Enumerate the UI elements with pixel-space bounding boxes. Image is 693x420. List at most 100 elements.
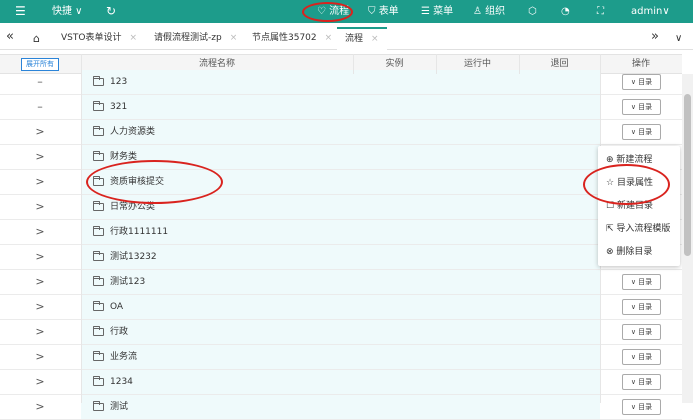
name-cell: [81, 370, 600, 394]
shortcut-label: 快捷: [52, 6, 72, 17]
table-row[interactable]: > 行政 ∨ 目录: [0, 320, 682, 345]
table-row[interactable]: > 测试123 ∨ 目录: [0, 270, 682, 295]
user-menu[interactable]: admin∨: [631, 0, 670, 23]
name-cell: [81, 70, 600, 94]
dir-label: 目录: [638, 378, 653, 386]
row-toggle[interactable]: >: [34, 245, 46, 269]
dir-label: 目录: [638, 278, 653, 286]
highlight-ellipse-row: [86, 160, 223, 204]
row-toggle[interactable]: >: [34, 145, 46, 169]
row-toggle[interactable]: >: [34, 295, 46, 319]
close-icon[interactable]: ×: [230, 33, 238, 43]
table-row[interactable]: >1234 ∨ 目录: [0, 370, 682, 395]
table-row[interactable]: > 测试13232: [0, 245, 682, 270]
nav-form[interactable]: ⛉ 表单: [368, 0, 399, 23]
dir-button[interactable]: ∨ 目录: [622, 399, 661, 415]
palette-icon[interactable]: ◔: [561, 0, 570, 23]
menu-delete-dir[interactable]: ⊗ 删除目录: [606, 245, 652, 259]
row-toggle[interactable]: >: [34, 320, 46, 344]
table-row[interactable]: > 行政1111111: [0, 220, 682, 245]
row-toggle[interactable]: >: [34, 220, 46, 244]
folder-icon: [93, 101, 104, 111]
home-icon[interactable]: ⌂: [33, 27, 40, 50]
tabs-dropdown-icon[interactable]: ∨: [675, 27, 682, 50]
row-name[interactable]: 测试13232: [110, 245, 157, 269]
row-toggle[interactable]: >: [34, 345, 46, 369]
tabs-scroll-left-icon[interactable]: «: [6, 25, 14, 48]
dir-button[interactable]: ∨ 目录: [622, 274, 661, 290]
cube-icon[interactable]: ⬡: [528, 0, 537, 23]
name-cell: [81, 120, 600, 144]
row-toggle[interactable]: >: [34, 120, 46, 144]
shortcut-menu[interactable]: 快捷 ∨: [52, 0, 83, 23]
nav-form-label: 表单: [378, 6, 399, 17]
row-toggle[interactable]: >: [34, 170, 46, 194]
tab-flow[interactable]: 流程 ×: [337, 27, 387, 50]
row-toggle[interactable]: >: [34, 270, 46, 294]
row-toggle[interactable]: –: [34, 95, 46, 119]
table-row[interactable]: > 测试 ∨ 目录: [0, 395, 682, 420]
close-icon[interactable]: ×: [371, 34, 379, 44]
table-row[interactable]: > 财务类: [0, 145, 682, 170]
folder-icon: [93, 351, 104, 361]
dir-button[interactable]: ∨ 目录: [622, 74, 661, 90]
close-icon[interactable]: ×: [325, 33, 333, 43]
close-icon[interactable]: ×: [129, 33, 137, 43]
row-name[interactable]: OA: [110, 295, 123, 319]
nav-org[interactable]: ♙ 组织: [473, 0, 505, 23]
row-name[interactable]: 业务流: [110, 345, 137, 369]
row-name[interactable]: 测试123: [110, 270, 145, 294]
col-divider: [353, 54, 354, 74]
dir-label: 目录: [638, 303, 653, 311]
table-row[interactable]: > 业务流 ∨ 目录: [0, 345, 682, 370]
row-name[interactable]: 321: [110, 95, 127, 119]
folder-icon: [93, 201, 104, 211]
name-cell: [81, 320, 600, 344]
row-toggle[interactable]: >: [34, 195, 46, 219]
tab-leave[interactable]: 请假流程测试-zp ×: [154, 27, 237, 50]
tab-vsto[interactable]: VSTO表单设计 ×: [61, 27, 137, 50]
table-row[interactable]: > OA ∨ 目录: [0, 295, 682, 320]
table-row[interactable]: – 321 ∨ 目录: [0, 95, 682, 120]
tab-label: 请假流程测试-zp: [154, 33, 222, 43]
table-row[interactable]: > 人力资源类 ∨ 目录: [0, 120, 682, 145]
folder-icon: [93, 251, 104, 261]
row-name[interactable]: 1234: [110, 370, 133, 394]
col-divider: [519, 54, 520, 74]
dir-button[interactable]: ∨ 目录: [622, 299, 661, 315]
row-name[interactable]: 人力资源类: [110, 120, 155, 144]
dir-button[interactable]: ∨ 目录: [622, 324, 661, 340]
dir-button[interactable]: ∨ 目录: [622, 349, 661, 365]
row-name[interactable]: 测试: [110, 395, 128, 419]
row-toggle[interactable]: >: [34, 370, 46, 394]
tab-label: 节点属性35702: [252, 33, 317, 43]
table-row[interactable]: > 日常办公类: [0, 195, 682, 220]
highlight-ellipse-menu-item: [583, 164, 670, 205]
row-name[interactable]: 123: [110, 70, 127, 94]
scrollbar-thumb[interactable]: [684, 94, 691, 256]
row-toggle[interactable]: >: [34, 395, 46, 419]
row-toggle[interactable]: –: [34, 70, 46, 94]
fullscreen-icon[interactable]: ⛶: [597, 0, 604, 23]
name-cell: [81, 245, 600, 269]
folder-icon: [93, 276, 104, 286]
dir-button[interactable]: ∨ 目录: [622, 124, 661, 140]
folder-icon: [93, 226, 104, 236]
menu-label: 导入流程模版: [616, 224, 671, 234]
row-name[interactable]: 行政1111111: [110, 220, 168, 244]
dir-button[interactable]: ∨ 目录: [622, 99, 661, 115]
menu-import-template[interactable]: ⇱ 导入流程模版: [606, 222, 670, 236]
tabs-scroll-right-icon[interactable]: »: [651, 25, 659, 48]
user-name: admin: [631, 6, 663, 17]
tab-node[interactable]: 节点属性35702 ×: [252, 27, 332, 50]
tab-bar: « ⌂ VSTO表单设计 × 请假流程测试-zp × 节点属性35702 × 流程 × …: [0, 23, 693, 50]
dir-button[interactable]: ∨ 目录: [622, 374, 661, 390]
tab-label: 流程: [345, 34, 364, 44]
nav-menu[interactable]: ☰ 菜单: [421, 0, 453, 23]
hamburger-icon[interactable]: ☰: [15, 0, 26, 23]
vertical-scrollbar[interactable]: [682, 74, 693, 403]
table-row[interactable]: – 123 ∨ 目录: [0, 70, 682, 95]
refresh-icon[interactable]: ↻: [106, 0, 116, 23]
row-name[interactable]: 行政: [110, 320, 128, 344]
dir-label: 目录: [638, 128, 653, 136]
